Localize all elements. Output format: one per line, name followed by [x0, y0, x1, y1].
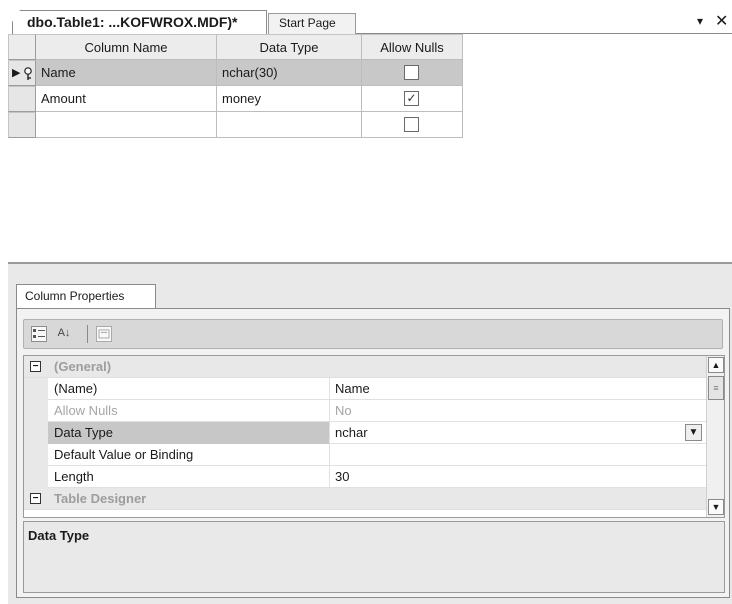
category-table-designer[interactable]: − Table Designer	[24, 488, 706, 510]
cell-data-type[interactable]: nchar(30)	[217, 60, 362, 86]
row-selector[interactable]	[8, 112, 36, 138]
row-margin	[24, 466, 48, 488]
table-row[interactable]: Amount money ✓	[8, 86, 463, 112]
scroll-up-icon[interactable]: ▲	[708, 357, 724, 373]
categorized-glyph	[33, 329, 45, 338]
header-data-type[interactable]: Data Type	[217, 34, 362, 60]
allow-nulls-checkbox[interactable]: ✓	[404, 91, 419, 106]
row-margin	[24, 422, 48, 444]
category-label: Table Designer	[54, 491, 147, 506]
cell-allow-nulls: ✓	[362, 86, 463, 112]
row-margin	[24, 378, 48, 400]
description-title: Data Type	[28, 528, 90, 543]
column-properties-body: A↓ − (General) (Name) Name Allow Nulls N…	[16, 308, 730, 598]
property-name: (Name)	[48, 378, 330, 400]
header-column-name[interactable]: Column Name	[36, 34, 217, 60]
cell-column-name[interactable]	[36, 112, 217, 138]
category-label: (General)	[54, 359, 112, 374]
column-properties-panel: Column Properties A↓ − (General) (Name) …	[8, 264, 732, 604]
header-allow-nulls[interactable]: Allow Nulls	[362, 34, 463, 60]
category-general[interactable]: − (General)	[24, 356, 706, 378]
allow-nulls-checkbox[interactable]	[404, 117, 419, 132]
tab-start-page-label: Start Page	[279, 16, 336, 30]
cell-data-type[interactable]: money	[217, 86, 362, 112]
properties-toolbar: A↓	[23, 319, 723, 349]
cell-allow-nulls	[362, 60, 463, 86]
property-value[interactable]	[330, 444, 706, 466]
collapse-icon[interactable]: −	[30, 361, 41, 372]
property-value[interactable]: 30	[330, 466, 706, 488]
property-row[interactable]: Allow Nulls No	[24, 400, 706, 422]
collapse-icon[interactable]: −	[30, 493, 41, 504]
chevron-down-icon[interactable]: ▾	[697, 14, 703, 28]
tab-start-page[interactable]: Start Page	[268, 13, 356, 34]
allow-nulls-checkbox[interactable]	[404, 65, 419, 80]
property-value-text: nchar	[335, 425, 368, 440]
property-pages-glyph	[98, 329, 110, 339]
row-selector[interactable]	[8, 86, 36, 112]
row-selector[interactable]: ▶	[8, 60, 36, 86]
grid-header-row: Column Name Data Type Allow Nulls	[8, 34, 463, 60]
close-icon[interactable]: ✕	[715, 11, 728, 31]
property-row[interactable]: Default Value or Binding	[24, 444, 706, 466]
cell-allow-nulls	[362, 112, 463, 138]
property-row[interactable]: (Name) Name	[24, 378, 706, 400]
property-pages-icon[interactable]	[96, 326, 112, 342]
property-value[interactable]: nchar ▼	[330, 422, 706, 444]
document-tab-strip: dbo.Table1: ...KOFWROX.MDF)* Start Page …	[0, 10, 732, 34]
scroll-down-icon[interactable]: ▼	[708, 499, 724, 515]
toolbar-separator	[87, 325, 88, 343]
property-row[interactable]: Length 30	[24, 466, 706, 488]
property-grid: − (General) (Name) Name Allow Nulls No D…	[23, 355, 725, 518]
cell-column-name[interactable]: Amount	[36, 86, 217, 112]
property-value[interactable]: Name	[330, 378, 706, 400]
property-description: Data Type	[23, 521, 725, 593]
property-grid-scrollbar[interactable]: ▲ ≡ ▼	[706, 356, 724, 517]
property-name: Data Type	[48, 422, 330, 444]
row-pointer-icon: ▶	[12, 67, 21, 79]
table-row-new[interactable]	[8, 112, 463, 138]
property-name: Default Value or Binding	[48, 444, 330, 466]
key-icon	[24, 67, 32, 80]
property-value: No	[335, 403, 352, 418]
tab-table-designer[interactable]: dbo.Table1: ...KOFWROX.MDF)*	[12, 10, 267, 34]
tab-column-properties[interactable]: Column Properties	[16, 284, 156, 308]
property-name: Length	[48, 466, 330, 488]
chevron-down-icon[interactable]: ▼	[685, 424, 702, 441]
tab-table-designer-label: dbo.Table1: ...KOFWROX.MDF)*	[27, 14, 238, 30]
row-margin	[24, 444, 48, 466]
cell-data-type[interactable]	[217, 112, 362, 138]
row-margin	[24, 400, 48, 422]
property-row-selected[interactable]: Data Type nchar ▼	[24, 422, 706, 444]
table-row[interactable]: ▶ Name nchar(30)	[8, 60, 463, 86]
tab-column-properties-label: Column Properties	[25, 289, 125, 303]
table-designer-window: dbo.Table1: ...KOFWROX.MDF)* Start Page …	[0, 0, 732, 604]
cell-column-name[interactable]: Name	[36, 60, 217, 86]
property-name: Allow Nulls	[48, 400, 330, 422]
categorized-icon[interactable]	[31, 326, 47, 342]
sort-alphabetical-icon[interactable]: A↓	[56, 326, 72, 342]
scroll-thumb[interactable]: ≡	[708, 376, 724, 400]
grid-corner[interactable]	[8, 34, 36, 60]
